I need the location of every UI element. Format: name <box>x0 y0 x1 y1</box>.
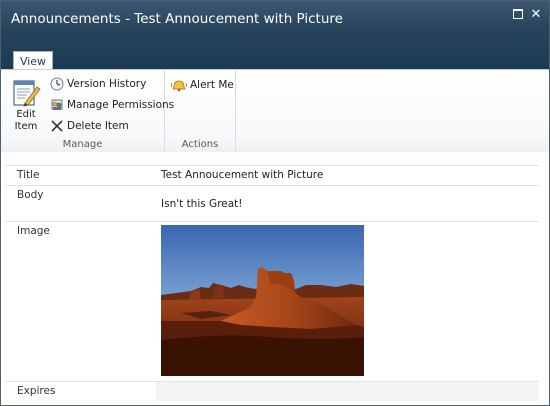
alert-me-label: Alert Me <box>190 79 234 91</box>
body-field-label: Body <box>17 189 44 201</box>
expires-field-label: Expires <box>17 385 56 397</box>
announcement-image <box>161 225 364 376</box>
edit-item-label-line2: Item <box>14 121 38 132</box>
actions-group: Alert Me Actions <box>165 70 236 152</box>
version-history-button[interactable]: Version History <box>50 75 146 93</box>
body-field-value: Isn't this Great! <box>161 198 243 210</box>
row-divider <box>6 221 539 222</box>
alert-me-icon <box>171 80 187 92</box>
row-divider <box>6 185 539 186</box>
ribbon: Edit Item Version History Manage Permiss… <box>1 69 549 153</box>
close-icon[interactable]: ✕ <box>530 8 542 21</box>
row-divider <box>6 165 539 166</box>
manage-group: Edit Item Version History Manage Permiss… <box>1 70 174 152</box>
title-bar: Announcements - Test Annoucement with Pi… <box>1 1 549 69</box>
manage-permissions-button[interactable]: Manage Permissions <box>50 96 174 114</box>
edit-item-icon <box>13 80 41 107</box>
dialog-title: Announcements - Test Annoucement with Pi… <box>11 11 343 27</box>
title-field-value: Test Annoucement with Picture <box>161 169 324 181</box>
edit-item-button[interactable]: Edit Item <box>9 78 43 134</box>
version-history-label: Version History <box>67 78 147 90</box>
manage-permissions-icon <box>51 99 63 110</box>
tab-view[interactable]: View <box>13 51 53 71</box>
version-history-icon <box>50 77 64 91</box>
image-field-label: Image <box>17 225 50 237</box>
delete-item-label: Delete Item <box>67 120 129 132</box>
manage-permissions-label: Manage Permissions <box>67 99 175 111</box>
edit-item-label-line1: Edit <box>16 109 36 120</box>
actions-group-label: Actions <box>181 139 219 150</box>
title-field-label: Title <box>17 169 40 181</box>
maximize-icon[interactable] <box>512 9 524 21</box>
item-form: Title Test Annoucement with Picture Body… <box>1 152 549 405</box>
dialog-window: Announcements - Test Annoucement with Pi… <box>0 0 550 406</box>
expires-value-background <box>156 382 539 401</box>
row-divider <box>6 381 539 382</box>
manage-group-label: Manage <box>62 139 103 150</box>
alert-me-button[interactable]: Alert Me <box>171 76 234 94</box>
delete-item-button[interactable]: Delete Item <box>50 117 129 135</box>
delete-item-icon <box>51 120 63 132</box>
